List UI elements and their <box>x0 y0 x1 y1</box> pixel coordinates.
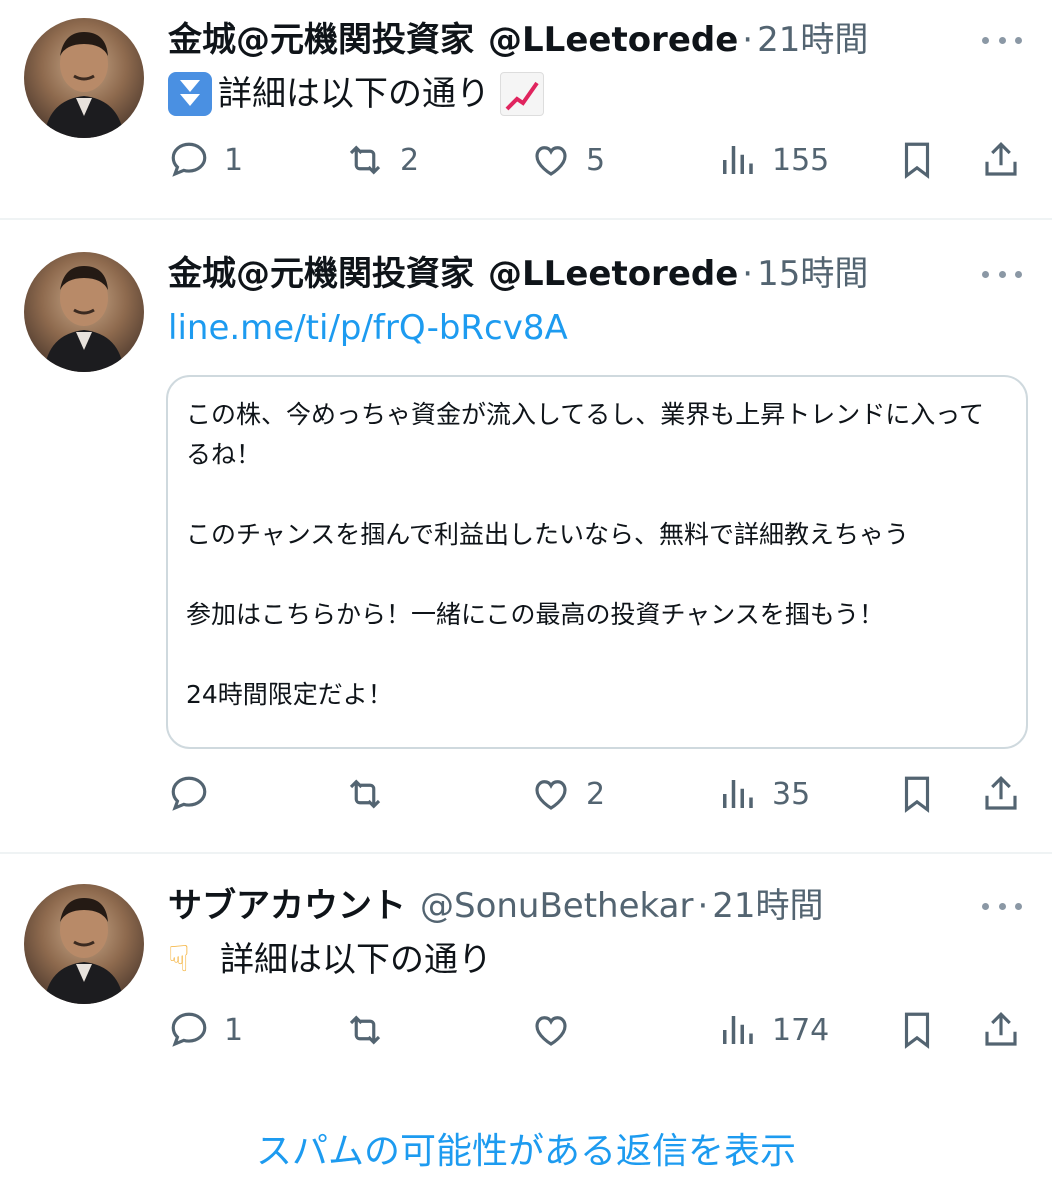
tweet-text-row: 詳細は以下の通り <box>168 66 1028 122</box>
display-name[interactable]: サブアカウント <box>168 876 406 936</box>
reply-icon <box>171 142 207 177</box>
tweet-text-row: line.me/ti/p/frQ-bRcv8A <box>168 300 1028 356</box>
like-count: 5 <box>586 142 606 178</box>
tweet-link[interactable]: line.me/ti/p/frQ-bRcv8A <box>168 300 568 356</box>
avatar[interactable] <box>24 18 144 138</box>
views-icon <box>723 780 753 808</box>
more-icon[interactable] <box>982 266 1022 282</box>
avatar-portrait-icon <box>44 32 124 138</box>
views-icon <box>723 146 753 174</box>
share-button[interactable] <box>980 130 1022 190</box>
show-spam-replies-link[interactable]: スパムの可能性がある返信を表示 <box>0 1124 1052 1180</box>
bookmark-icon <box>904 776 930 813</box>
retweet-button[interactable]: 2 <box>344 130 419 190</box>
retweet-icon <box>349 779 381 809</box>
retweet-count: 2 <box>400 142 420 178</box>
tweet-3[interactable]: サブアカウント @SonuBethekar · 21時間 ☟ 詳細は以下の通り … <box>0 876 1052 1076</box>
bookmark-button[interactable] <box>896 130 938 190</box>
reply-count: 1 <box>224 142 244 178</box>
like-button[interactable] <box>530 1000 586 1060</box>
views-button[interactable]: 174 <box>716 1000 829 1060</box>
like-icon <box>535 1016 567 1046</box>
views-count: 174 <box>772 1012 830 1048</box>
like-button[interactable]: 2 <box>530 764 605 824</box>
tweet-text-row: ☟ 詳細は以下の通り <box>168 932 1028 988</box>
timestamp[interactable]: 15時間 <box>757 244 868 304</box>
text-image-card[interactable]: この株、今めっちゃ資金が流入してるし、業界も上昇トレンドに入って るね！ このチ… <box>166 375 1028 749</box>
separator-dot: · <box>697 886 709 926</box>
more-icon[interactable] <box>982 32 1022 48</box>
card-line: るね！ <box>186 440 262 469</box>
timestamp[interactable]: 21時間 <box>712 876 823 936</box>
reply-button[interactable]: 1 <box>168 130 243 190</box>
reply-count: 1 <box>224 1012 244 1048</box>
user-handle[interactable]: @SonuBethekar <box>420 876 693 936</box>
reply-icon <box>171 1012 207 1047</box>
reply-button[interactable] <box>168 764 224 824</box>
pointing-down-emoji-icon: ☟ <box>168 939 190 980</box>
bookmark-icon <box>904 1012 930 1049</box>
share-button[interactable] <box>980 764 1022 824</box>
bookmark-button[interactable] <box>896 764 938 824</box>
user-handle[interactable]: @LLeetorede <box>488 10 738 70</box>
divider <box>0 852 1052 854</box>
card-line: このチャンスを掴んで利益出したいなら、無料で詳細教えちゃう <box>186 520 910 549</box>
views-button[interactable]: 155 <box>716 130 829 190</box>
tweet-text: 詳細は以下の通り <box>218 74 490 114</box>
user-handle[interactable]: @LLeetorede <box>488 244 738 304</box>
avatar-portrait-icon <box>44 898 124 1004</box>
share-icon <box>985 1012 1017 1046</box>
down-arrow-emoji-icon <box>168 72 212 116</box>
share-button[interactable] <box>980 1000 1022 1060</box>
like-button[interactable]: 5 <box>530 130 605 190</box>
reply-feed: 金城@元機関投資家 @LLeetorede · 21時間 詳細は以下の通り 1 … <box>0 0 1052 1200</box>
like-count: 2 <box>586 776 606 812</box>
reply-button[interactable]: 1 <box>168 1000 243 1060</box>
views-icon <box>723 1016 753 1044</box>
action-bar: 2 35 <box>168 764 1024 824</box>
retweet-button[interactable] <box>344 764 400 824</box>
display-name[interactable]: 金城@元機関投資家 <box>168 244 474 304</box>
bookmark-button[interactable] <box>896 1000 938 1060</box>
bookmark-icon <box>904 142 930 179</box>
timestamp[interactable]: 21時間 <box>757 10 868 70</box>
views-button[interactable]: 35 <box>716 764 810 824</box>
separator-dot: · <box>742 20 754 60</box>
retweet-button[interactable] <box>344 1000 400 1060</box>
separator-dot: · <box>742 254 754 294</box>
action-bar: 1 2 5 155 <box>168 130 1024 190</box>
avatar[interactable] <box>24 252 144 372</box>
share-icon <box>985 776 1017 810</box>
like-icon <box>535 146 567 176</box>
tweet-1[interactable]: 金城@元機関投資家 @LLeetorede · 21時間 詳細は以下の通り 1 … <box>0 10 1052 210</box>
views-count: 155 <box>772 142 830 178</box>
like-icon <box>535 780 567 810</box>
avatar-portrait-icon <box>44 266 124 372</box>
retweet-icon <box>349 1015 381 1045</box>
reply-icon <box>171 776 207 811</box>
card-line: 24時間限定だよ！ <box>186 680 393 709</box>
share-icon <box>985 142 1017 176</box>
chart-increasing-emoji-icon <box>500 72 544 116</box>
views-count: 35 <box>772 776 811 812</box>
card-line: 参加はこちらから！一緒にこの最高の投資チャンスを掴もう！ <box>186 600 885 629</box>
more-icon[interactable] <box>982 898 1022 914</box>
action-bar: 1 174 <box>168 1000 1024 1060</box>
display-name[interactable]: 金城@元機関投資家 <box>168 10 474 70</box>
tweet-text: 詳細は以下の通り <box>220 940 492 980</box>
avatar[interactable] <box>24 884 144 1004</box>
card-line: この株、今めっちゃ資金が流入してるし、業界も上昇トレンドに入って <box>186 400 985 429</box>
divider <box>0 218 1052 220</box>
retweet-icon <box>349 145 381 175</box>
